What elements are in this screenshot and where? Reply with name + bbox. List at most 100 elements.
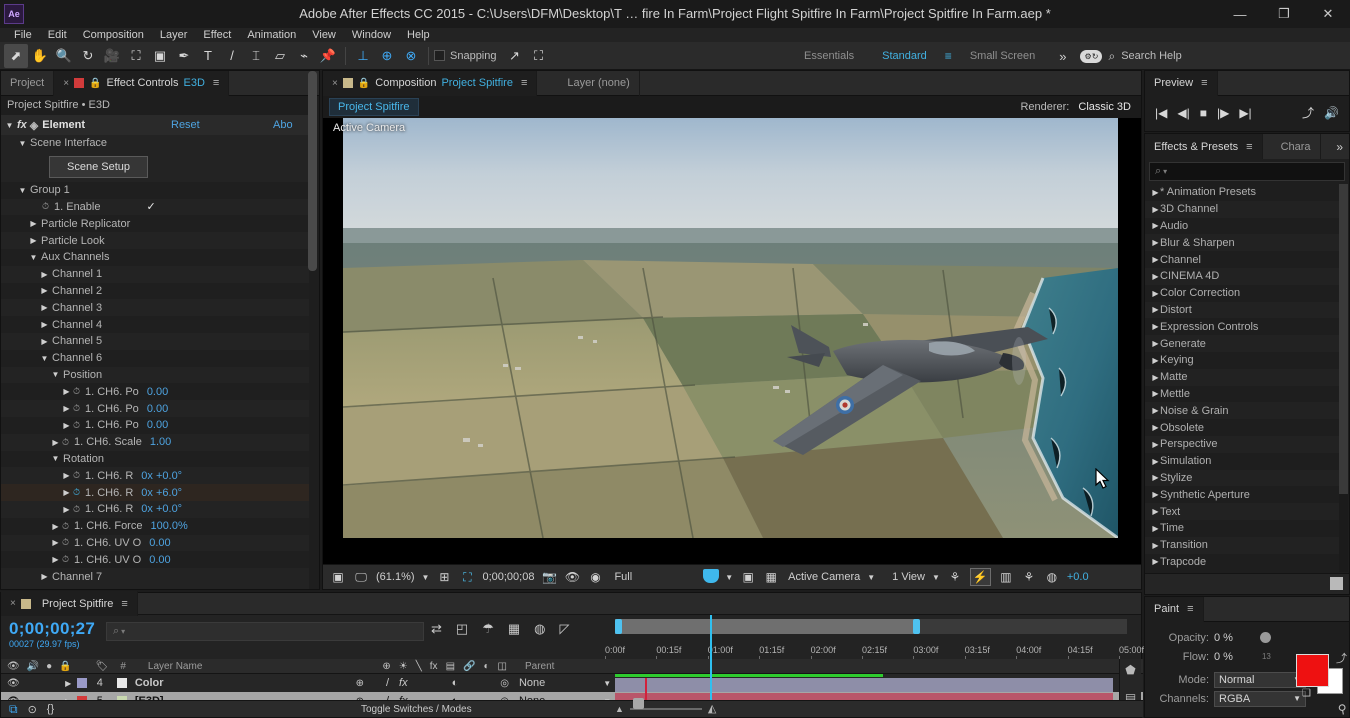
stopwatch-icon[interactable]: ⏱	[71, 386, 82, 397]
snapping-checkbox[interactable]	[434, 50, 445, 61]
three-d-layer-icon[interactable]: ⊕	[356, 678, 364, 689]
local-axis-mode-icon[interactable]: ⊥	[351, 44, 375, 68]
effect-control-row[interactable]: ▶ Channel 4	[1, 316, 309, 333]
expand-triangle-icon[interactable]: ▶	[1151, 238, 1160, 247]
chevron-down-icon[interactable]: ▾	[121, 627, 125, 636]
stopwatch-icon[interactable]: ⏱	[60, 437, 71, 448]
workspace-overflow-icon[interactable]: »	[1049, 49, 1076, 64]
timeline-zoom-control[interactable]: ▲ ◭	[615, 698, 716, 715]
close-icon[interactable]: ×	[63, 78, 69, 89]
effect-control-row[interactable]: ▶ Particle Look	[1, 232, 309, 249]
play-stop-button[interactable]: ■	[1200, 106, 1207, 120]
foreground-color-swatch[interactable]	[1296, 654, 1329, 687]
eraser-tool[interactable]: ▱	[268, 44, 292, 68]
expand-triangle-icon[interactable]: ▶	[1151, 272, 1160, 281]
tab-character[interactable]: Chara	[1263, 134, 1321, 159]
layer-label-color[interactable]	[76, 678, 87, 688]
stopwatch-icon[interactable]: ⏱	[60, 554, 71, 565]
snap-align-icon[interactable]: ↗	[503, 44, 527, 68]
effects-category-item[interactable]: ▶ Obsolete	[1145, 419, 1339, 436]
stopwatch-icon[interactable]: ⏱	[71, 403, 82, 414]
toggle-transparency-grid-icon[interactable]: ▣	[740, 568, 756, 586]
effect-control-row[interactable]: ▶ ⏱ 1. CH6. Po 0.00	[1, 416, 309, 434]
fx-switch-icon[interactable]: fx	[399, 677, 408, 689]
stopwatch-icon[interactable]: ⏱	[60, 521, 71, 532]
view-axis-mode-icon[interactable]: ⊗	[399, 44, 423, 68]
video-toggle-icon[interactable]: 👁	[7, 678, 20, 689]
expand-triangle-icon[interactable]: ▶	[1151, 490, 1160, 499]
search-help-input[interactable]: Search Help	[1121, 50, 1182, 62]
main-viewer-icon[interactable]: 🖵	[353, 568, 369, 586]
expand-triangle-icon[interactable]: ▶	[40, 270, 49, 279]
brush-tool[interactable]: /	[220, 44, 244, 68]
current-timecode[interactable]: 0;00;00;27	[9, 620, 95, 637]
effect-control-row[interactable]: ▶ ⏱ 1. CH6. UV O 0.00	[1, 551, 309, 569]
expand-triangle-icon[interactable]: ▶	[40, 320, 49, 329]
hand-tool[interactable]: ✋	[28, 44, 52, 68]
expand-triangle-icon[interactable]: ▶	[1151, 541, 1160, 550]
menu-view[interactable]: View	[304, 28, 344, 42]
expand-triangle-icon[interactable]: ▶	[1151, 188, 1160, 197]
effect-control-row[interactable]: ▶ Channel 5	[1, 333, 309, 350]
effects-category-item[interactable]: ▶ Noise & Grain	[1145, 402, 1339, 420]
effect-control-row[interactable]: ▶ ⏱ 1. CH6. R 0x +0.0°	[1, 467, 309, 484]
workspace-menu-icon[interactable]: ≡	[941, 49, 956, 63]
effect-control-value[interactable]: 0.00	[147, 386, 168, 398]
expand-triangle-icon[interactable]: ▶	[29, 219, 38, 228]
effect-control-row[interactable]: ▼ Channel 6	[1, 349, 309, 367]
selection-tool[interactable]: ⬈	[4, 43, 28, 68]
exposure-reset-icon[interactable]: ◍	[1044, 568, 1060, 586]
expand-triangle-icon[interactable]: ▶	[62, 404, 71, 413]
opacity-value[interactable]: 0 %	[1214, 632, 1233, 644]
effects-category-item[interactable]: ▶ Stylize	[1145, 469, 1339, 487]
expand-triangle-icon[interactable]: ▼	[5, 121, 14, 130]
panel-menu-icon[interactable]: ≡	[1187, 603, 1193, 615]
sync-settings-icon[interactable]: ⚙↻	[1080, 49, 1103, 63]
menu-edit[interactable]: Edit	[40, 28, 75, 42]
zoom-slider-thumb[interactable]	[633, 698, 644, 709]
effect-control-value[interactable]: 0x +6.0°	[141, 487, 182, 499]
expand-triangle-icon[interactable]: ▶	[1151, 255, 1160, 264]
effect-control-value[interactable]: 0.00	[149, 537, 170, 549]
effect-control-row[interactable]: ▶ ⏱ 1. CH6. Force 100.0%	[1, 517, 309, 535]
region-of-interest-icon[interactable]: ⛶	[459, 568, 475, 586]
toggle-switches-modes-label[interactable]: Toggle Switches / Modes	[361, 704, 472, 715]
expand-triangle-icon[interactable]: ▼	[18, 186, 27, 195]
tab-composition[interactable]: × 🔒 Composition Project Spitfire ≡	[323, 70, 538, 96]
effect-control-row[interactable]: ▼ Aux Channels	[1, 248, 309, 266]
motion-blur-icon[interactable]: ◍	[534, 621, 545, 637]
hide-shy-layers-icon[interactable]: ☂	[482, 621, 494, 637]
effect-control-row[interactable]: ▶ Channel 7	[1, 568, 309, 585]
shape-tool[interactable]: ▣	[148, 44, 172, 68]
effects-category-item[interactable]: ▶ Channel	[1145, 251, 1339, 268]
workspace-essentials[interactable]: Essentials	[790, 42, 868, 70]
workspace-standard[interactable]: Standard	[868, 42, 941, 70]
panel-menu-icon[interactable]: ≡	[1201, 77, 1207, 89]
effect-control-row[interactable]: ▶ ⏱ 1. CH6. UV O 0.00	[1, 535, 309, 552]
effect-control-row[interactable]: ▶ Channel 2	[1, 282, 309, 300]
panel-menu-icon[interactable]: ≡	[213, 77, 219, 89]
effects-category-item[interactable]: ▶ Blur & Sharpen	[1145, 234, 1339, 252]
puppet-pin-tool[interactable]: 📌	[316, 44, 340, 68]
enable-checkbox[interactable]: ✓	[146, 200, 155, 213]
pixel-aspect-correction-icon[interactable]: ⚘	[947, 568, 963, 586]
about-button[interactable]: Abo	[273, 119, 293, 131]
always-preview-this-view-icon[interactable]: ▣	[330, 568, 346, 586]
panel-menu-icon[interactable]: ≡	[521, 77, 527, 89]
pen-tool[interactable]: ✒	[172, 44, 196, 68]
bounding-box-icon[interactable]: ⛶	[527, 44, 551, 68]
zoom-in-icon[interactable]: ◭	[708, 702, 716, 715]
expand-triangle-icon[interactable]: ▶	[1151, 205, 1160, 214]
scrollbar-thumb[interactable]	[1339, 184, 1348, 494]
stopwatch-icon[interactable]: ⏱	[40, 201, 51, 212]
playhead-handle[interactable]	[703, 569, 719, 583]
expand-triangle-icon[interactable]: ▶	[1151, 524, 1160, 533]
composition-mini-flowchart-icon[interactable]: ⇄	[431, 621, 442, 637]
zoom-level[interactable]: (61.1%)	[376, 571, 415, 583]
effect-control-value[interactable]: 0x +0.0°	[141, 470, 182, 482]
effect-control-row[interactable]: ▶ ⏱ 1. CH6. R 0x +6.0°	[1, 484, 309, 501]
effect-control-value[interactable]: 0.00	[147, 403, 168, 415]
effect-control-row[interactable]: ▼ Rotation	[1, 450, 309, 468]
stopwatch-icon[interactable]: ⏱	[71, 470, 82, 481]
world-axis-mode-icon[interactable]: ⊕	[375, 44, 399, 68]
